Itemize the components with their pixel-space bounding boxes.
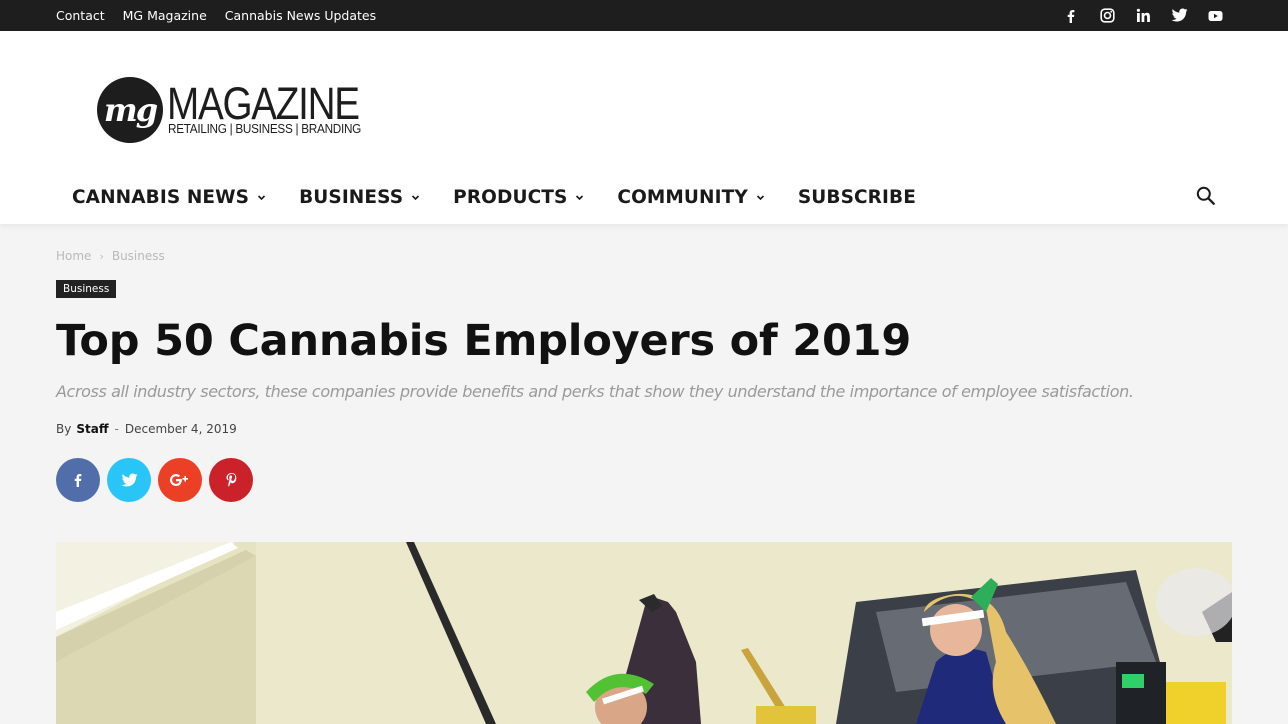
twitter-icon — [121, 473, 137, 486]
share-buttons — [56, 458, 253, 502]
breadcrumb-home[interactable]: Home — [56, 249, 91, 263]
twitter-icon[interactable] — [1170, 7, 1188, 25]
google-plus-icon — [170, 474, 188, 486]
nav-item-label: BUSINESS — [299, 186, 404, 208]
share-twitter-button[interactable] — [107, 458, 151, 502]
logo-tagline: RETAILING | BUSINESS | BRANDING — [168, 122, 362, 136]
logo-wordmark: MAGAZINE — [167, 78, 360, 129]
article-subtitle: Across all industry sectors, these compa… — [56, 382, 1134, 401]
share-google-plus-button[interactable] — [158, 458, 202, 502]
site-header: mg MAGAZINE RETAILING | BUSINESS | BRAND… — [0, 31, 1288, 224]
pinterest-icon — [226, 473, 236, 487]
facebook-icon[interactable] — [1062, 7, 1080, 25]
chevron-down-icon — [258, 194, 266, 200]
site-logo[interactable]: mg MAGAZINE RETAILING | BUSINESS | BRAND… — [97, 77, 397, 143]
linkedin-icon[interactable] — [1134, 7, 1152, 25]
top-links: Contact MG Magazine Cannabis News Update… — [56, 0, 376, 31]
nav-item-label: SUBSCRIBE — [797, 186, 916, 208]
facebook-icon — [74, 474, 82, 487]
nav-item-label: PRODUCTS — [453, 186, 568, 208]
nav-item-subscribe[interactable]: SUBSCRIBE — [798, 187, 916, 208]
publish-date: December 4, 2019 — [124, 422, 237, 436]
nav-item-business[interactable]: BUSINESS — [299, 187, 420, 208]
nav-item-community[interactable]: COMMUNITY — [617, 187, 764, 208]
search-icon[interactable] — [1195, 185, 1217, 207]
instagram-icon[interactable] — [1098, 7, 1116, 25]
nav-item-label: COMMUNITY — [617, 186, 748, 208]
top-link-mg-magazine[interactable]: MG Magazine — [123, 8, 207, 23]
top-bar: Contact MG Magazine Cannabis News Update… — [0, 0, 1288, 31]
article-meta: By Staff - December 4, 2019 — [56, 422, 237, 436]
nav-item-label: CANNABIS NEWS — [72, 186, 250, 208]
chevron-down-icon — [756, 194, 764, 200]
breadcrumb-business[interactable]: Business — [112, 249, 165, 263]
youtube-icon[interactable] — [1206, 7, 1224, 25]
share-pinterest-button[interactable] — [209, 458, 253, 502]
meta-separator: - — [114, 422, 119, 436]
chevron-right-icon: › — [99, 249, 104, 263]
nav-item-products[interactable]: PRODUCTS — [453, 187, 584, 208]
article-title: Top 50 Cannabis Employers of 2019 — [56, 316, 912, 366]
by-label: By — [56, 422, 72, 436]
main-nav: CANNABIS NEWS BUSINESS PRODUCTS COMMUNIT… — [72, 183, 949, 211]
nav-item-cannabis-news[interactable]: CANNABIS NEWS — [72, 187, 266, 208]
author-link[interactable]: Staff — [76, 422, 108, 436]
top-link-cannabis-news-updates[interactable]: Cannabis News Updates — [225, 8, 376, 23]
top-link-contact[interactable]: Contact — [56, 8, 105, 23]
share-facebook-button[interactable] — [56, 458, 100, 502]
chevron-down-icon — [412, 194, 420, 200]
breadcrumb: Home › Business — [56, 249, 165, 263]
featured-image — [56, 542, 1232, 724]
chevron-down-icon — [576, 194, 584, 200]
category-badge[interactable]: Business — [56, 280, 117, 298]
social-links — [1062, 0, 1224, 31]
logo-mark: mg — [97, 77, 163, 143]
